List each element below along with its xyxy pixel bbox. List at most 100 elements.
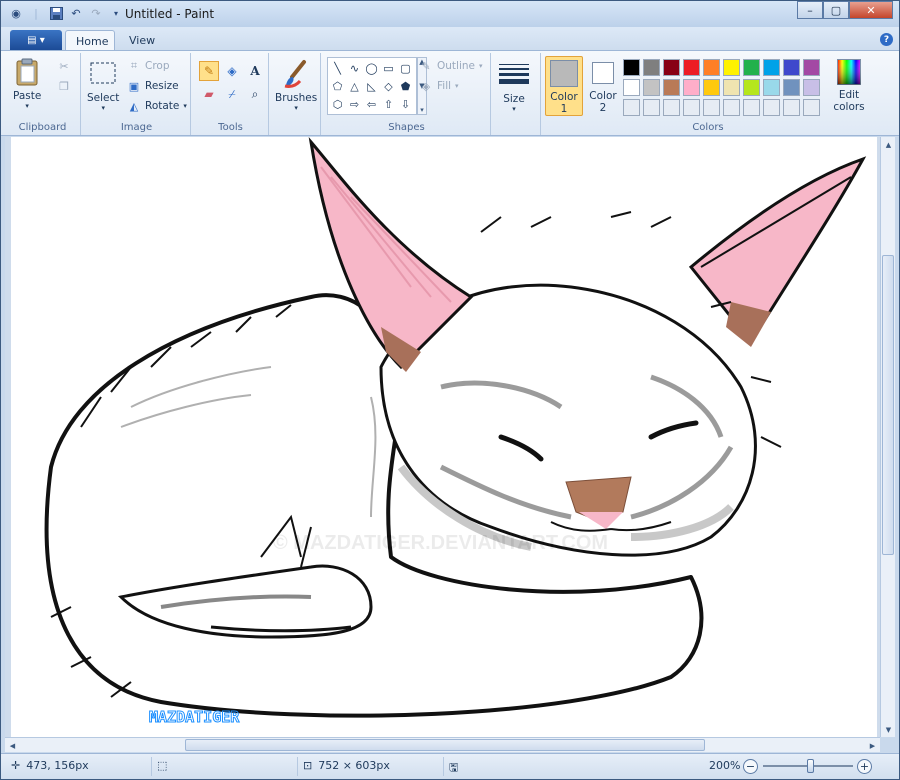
curve-shape-icon[interactable]: ∿ bbox=[346, 59, 363, 77]
palette-swatch[interactable] bbox=[743, 59, 760, 76]
drawing-canvas[interactable]: MAZDATIGER © MAZDATIGER.DEVIANTART.COM bbox=[11, 137, 877, 737]
copy-icon: ❐ bbox=[59, 79, 69, 93]
horizontal-scrollbar[interactable]: ◀ ▶ bbox=[5, 737, 880, 752]
palette-swatch[interactable] bbox=[643, 59, 660, 76]
palette-swatch[interactable] bbox=[763, 59, 780, 76]
edit-colors-button[interactable]: Edit colors bbox=[829, 59, 869, 117]
rectangle-shape-icon[interactable]: ▭ bbox=[380, 59, 397, 77]
close-button[interactable]: ✕ bbox=[849, 1, 893, 19]
palette-swatch[interactable] bbox=[663, 79, 680, 96]
color2-label-line1: Color bbox=[589, 90, 617, 102]
cut-button[interactable]: ✂ bbox=[57, 59, 71, 73]
up-arrow-shape-icon[interactable]: ⇧ bbox=[380, 95, 397, 113]
oval-shape-icon[interactable]: ◯ bbox=[363, 59, 380, 77]
zoom-in-button[interactable]: + bbox=[857, 759, 872, 774]
redo-icon[interactable]: ↷ bbox=[89, 6, 103, 20]
hexagon-shape-icon[interactable]: ⬡ bbox=[329, 95, 346, 113]
right-arrow-shape-icon[interactable]: ⇨ bbox=[346, 95, 363, 113]
tab-view[interactable]: View bbox=[119, 30, 165, 51]
undo-icon[interactable]: ↶ bbox=[69, 6, 83, 20]
size-button[interactable]: Size ▾ bbox=[499, 61, 529, 113]
palette-swatch[interactable] bbox=[683, 79, 700, 96]
paint-window: ◉ | ↶ ↷ ▾ Untitled - Paint – ▢ ✕ ▤ ▾ Hom… bbox=[0, 0, 900, 780]
eraser-icon[interactable]: ▰ bbox=[199, 84, 219, 104]
palette-swatch[interactable] bbox=[643, 99, 660, 116]
left-arrow-shape-icon[interactable]: ⇦ bbox=[363, 95, 380, 113]
magnifier-icon[interactable]: ⌕ bbox=[245, 84, 265, 104]
palette-swatch[interactable] bbox=[703, 79, 720, 96]
palette-swatch[interactable] bbox=[803, 79, 820, 96]
save-icon[interactable] bbox=[49, 6, 63, 20]
customize-qat-icon[interactable]: ▾ bbox=[109, 6, 123, 20]
minimize-button[interactable]: – bbox=[797, 1, 823, 19]
tools-group: ✎ ◈ A ▰ ⌿ ⌕ Tools bbox=[193, 53, 269, 135]
palette-swatch[interactable] bbox=[723, 99, 740, 116]
palette-swatch[interactable] bbox=[803, 99, 820, 116]
rotate-button[interactable]: ◭ Rotate ▾ bbox=[127, 99, 187, 113]
palette-swatch[interactable] bbox=[723, 59, 740, 76]
palette-swatch[interactable] bbox=[703, 99, 720, 116]
canvas-area[interactable]: MAZDATIGER © MAZDATIGER.DEVIANTART.COM bbox=[5, 137, 880, 737]
vertical-scrollbar[interactable]: ▲ ▼ bbox=[880, 137, 895, 737]
paint-menu-button[interactable]: ▤ ▾ bbox=[10, 30, 62, 50]
crop-button[interactable]: ⌗ Crop bbox=[127, 59, 170, 73]
text-tool-icon[interactable]: A bbox=[245, 61, 265, 81]
horizontal-scroll-thumb[interactable] bbox=[185, 739, 705, 751]
palette-swatch[interactable] bbox=[683, 99, 700, 116]
palette-swatch[interactable] bbox=[783, 59, 800, 76]
vertical-scroll-thumb[interactable] bbox=[882, 255, 894, 555]
scroll-right-arrow-icon[interactable]: ▶ bbox=[865, 738, 880, 753]
palette-swatch[interactable] bbox=[683, 59, 700, 76]
palette-swatch[interactable] bbox=[643, 79, 660, 96]
palette-swatch[interactable] bbox=[723, 79, 740, 96]
copy-button[interactable]: ❐ bbox=[57, 79, 71, 93]
palette-swatch[interactable] bbox=[703, 59, 720, 76]
palette-swatch[interactable] bbox=[783, 79, 800, 96]
outline-button[interactable]: ✎ Outline ▾ bbox=[419, 59, 482, 73]
palette-swatch[interactable] bbox=[743, 99, 760, 116]
status-bar: ✛ 473, 156px ⬚ ⊡ 752 × 603px 🖫 200% − + bbox=[1, 753, 899, 779]
color1-button[interactable]: Color 1 bbox=[545, 56, 583, 116]
select-button[interactable]: Select ▾ bbox=[87, 59, 119, 112]
triangle-shape-icon[interactable]: △ bbox=[346, 77, 363, 95]
line-shape-icon[interactable]: ╲ bbox=[329, 59, 346, 77]
help-icon[interactable]: ? bbox=[880, 33, 893, 46]
rounded-rectangle-shape-icon[interactable]: ▢ bbox=[397, 59, 414, 77]
down-arrow-shape-icon[interactable]: ⇩ bbox=[397, 95, 414, 113]
tab-home[interactable]: Home bbox=[65, 30, 115, 51]
palette-swatch[interactable] bbox=[743, 79, 760, 96]
palette-swatch[interactable] bbox=[783, 99, 800, 116]
pentagon-shape-icon[interactable]: ⬟ bbox=[397, 77, 414, 95]
paint-app-icon[interactable]: ◉ bbox=[9, 6, 23, 20]
scroll-down-arrow-icon[interactable]: ▼ bbox=[881, 722, 896, 737]
brushes-button[interactable]: Brushes ▾ bbox=[275, 59, 317, 112]
resize-button[interactable]: ▣ Resize bbox=[127, 79, 179, 93]
palette-swatch[interactable] bbox=[663, 99, 680, 116]
pencil-icon[interactable]: ✎ bbox=[199, 61, 219, 81]
zoom-out-button[interactable]: − bbox=[743, 759, 758, 774]
scroll-left-arrow-icon[interactable]: ◀ bbox=[5, 738, 20, 753]
palette-swatch[interactable] bbox=[663, 59, 680, 76]
polygon-shape-icon[interactable]: ⬠ bbox=[329, 77, 346, 95]
fill-button[interactable]: ◈ Fill ▾ bbox=[419, 79, 459, 93]
quick-access-toolbar: ◉ | ↶ ↷ ▾ bbox=[9, 6, 123, 20]
palette-swatch[interactable] bbox=[623, 59, 640, 76]
palette-swatch[interactable] bbox=[623, 79, 640, 96]
scroll-up-arrow-icon[interactable]: ▲ bbox=[881, 137, 896, 152]
fill-bucket-icon[interactable]: ◈ bbox=[222, 61, 242, 81]
paste-label: Paste bbox=[13, 90, 42, 102]
paste-button[interactable]: Paste ▾ bbox=[13, 57, 41, 110]
zoom-slider-thumb[interactable] bbox=[807, 759, 814, 773]
right-triangle-shape-icon[interactable]: ◺ bbox=[363, 77, 380, 95]
palette-swatch[interactable] bbox=[763, 99, 780, 116]
maximize-button[interactable]: ▢ bbox=[823, 1, 849, 19]
shapes-group: ╲ ∿ ◯ ▭ ▢ ⬠ △ ◺ ◇ ⬟ ⬡ ⇨ ⇦ ⇧ ⇩ ▲ ▼ ▾ ✎ Outli… bbox=[323, 53, 491, 135]
palette-swatch[interactable] bbox=[623, 99, 640, 116]
diamond-shape-icon[interactable]: ◇ bbox=[380, 77, 397, 95]
color2-button[interactable]: Color 2 bbox=[587, 59, 619, 117]
palette-swatch[interactable] bbox=[763, 79, 780, 96]
color-picker-icon[interactable]: ⌿ bbox=[222, 84, 242, 104]
tools-grid: ✎ ◈ A ▰ ⌿ ⌕ bbox=[199, 61, 265, 104]
image-group-label: Image bbox=[120, 122, 153, 133]
palette-swatch[interactable] bbox=[803, 59, 820, 76]
